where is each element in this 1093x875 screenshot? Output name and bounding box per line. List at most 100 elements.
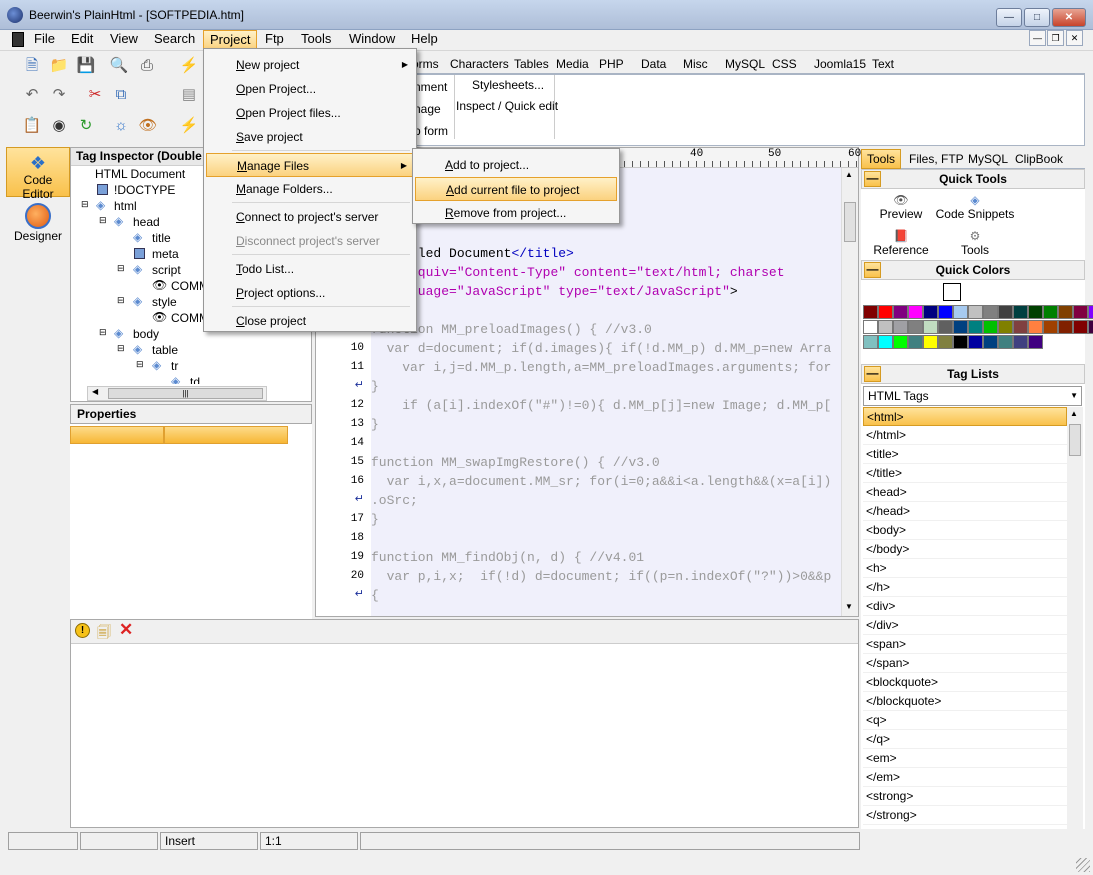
color-swatch[interactable] [938, 320, 953, 334]
color-swatch[interactable] [1013, 335, 1028, 349]
browser-icon[interactable]: ☼ [110, 115, 132, 137]
menu-item-add-to-project[interactable]: Add to project... [415, 153, 617, 177]
color-swatch[interactable] [968, 320, 983, 334]
menu-window[interactable]: Window [343, 30, 401, 50]
quick-colors-header[interactable]: — Quick Colors [861, 260, 1085, 280]
preview-tool[interactable]: 👁 Preview [861, 193, 941, 221]
tab-text[interactable]: Text [870, 54, 896, 74]
color-swatch[interactable] [953, 335, 968, 349]
color-swatch[interactable] [983, 320, 998, 334]
color-swatch[interactable] [1088, 305, 1093, 319]
tag-list-item[interactable]: </span> [863, 654, 1067, 673]
code-line[interactable]: } [371, 377, 379, 396]
tree-node[interactable]: title [152, 231, 171, 245]
tag-list-item[interactable]: </div> [863, 616, 1067, 635]
color-swatch[interactable] [1058, 320, 1073, 334]
tag-list-item[interactable]: <h> [863, 559, 1067, 578]
color-swatch[interactable] [1088, 320, 1093, 334]
color-swatch[interactable] [983, 335, 998, 349]
warning-icon[interactable]: ! [75, 623, 90, 638]
tag-list-item[interactable]: <title> [863, 445, 1067, 464]
tree-node[interactable]: html [114, 199, 137, 213]
refresh-icon[interactable]: ↻ [75, 115, 97, 137]
code-line[interactable]: var d=document; if(d.images){ if(!d.MM_p… [371, 339, 832, 358]
menu-search[interactable]: Search [148, 30, 201, 50]
code-editor-button[interactable]: ❖ Code Editor [6, 147, 70, 201]
color-swatch[interactable] [908, 305, 923, 319]
tag-list-item[interactable]: </head> [863, 502, 1067, 521]
scroll-thumb[interactable] [1069, 424, 1081, 456]
property-name-cell[interactable] [70, 426, 164, 444]
menu-ftp[interactable]: Ftp [259, 30, 290, 50]
mdi-minimize-button[interactable]: — [1029, 30, 1046, 46]
color-swatch[interactable] [1028, 335, 1043, 349]
document-icon[interactable] [12, 32, 24, 47]
tab-mysql-panel[interactable]: MySQL [962, 149, 1014, 169]
comment-item[interactable]: nment [414, 80, 447, 94]
property-value-cell[interactable] [164, 426, 288, 444]
color-swatch[interactable] [878, 305, 893, 319]
vertical-scrollbar[interactable]: ▲ ▼ [841, 168, 858, 616]
collapse-icon[interactable]: — [864, 262, 881, 278]
color-swatch[interactable] [938, 305, 953, 319]
color-swatch[interactable] [1013, 320, 1028, 334]
color-swatch[interactable] [908, 320, 923, 334]
designer-button[interactable]: Designer [6, 201, 70, 251]
expand-icon[interactable]: ⊟ [99, 215, 107, 226]
tree-node[interactable]: HTML Document [95, 167, 185, 181]
menu-item-disconnect-project-s-server[interactable]: Disconnect project's server [206, 229, 414, 253]
tag-list-item[interactable]: <em> [863, 749, 1067, 768]
code-line[interactable]: function MM_findObj(n, d) { //v4.01 [371, 548, 644, 567]
tab-tools[interactable]: Tools [861, 149, 902, 169]
tag-list-item[interactable]: <strong> [863, 787, 1067, 806]
collapse-icon[interactable]: — [864, 171, 881, 187]
color-swatch[interactable] [1043, 305, 1058, 319]
tab-css[interactable]: CSS [770, 54, 799, 74]
lightning-icon[interactable]: ⚡ [178, 55, 200, 77]
tree-node[interactable]: td [190, 375, 200, 384]
tag-list-item[interactable]: </em> [863, 768, 1067, 787]
color-swatch[interactable] [1073, 320, 1088, 334]
color-swatch[interactable] [983, 305, 998, 319]
paste-icon[interactable]: ▤ [178, 84, 200, 106]
reference-tool[interactable]: 📕 Reference [861, 229, 941, 257]
current-color-swatch[interactable] [943, 283, 961, 301]
color-swatch[interactable] [1058, 305, 1073, 319]
tree-node[interactable]: meta [152, 247, 179, 261]
tag-list-item[interactable]: <div> [863, 597, 1067, 616]
menu-item-remove-from-project[interactable]: Remove from project... [415, 201, 617, 225]
menu-item-manage-folders[interactable]: Manage Folders... [206, 177, 414, 201]
color-swatch[interactable] [923, 320, 938, 334]
tab-files-ftp[interactable]: Files, FTP [903, 149, 970, 169]
menu-item-open-project-files[interactable]: Open Project files... [206, 101, 414, 125]
tree-node[interactable]: !DOCTYPE [114, 183, 175, 197]
new-file-icon[interactable]: 🗎 [21, 55, 43, 77]
code-line[interactable]: var i,j=d.MM_p.length,a=MM_preloadImages… [371, 358, 831, 377]
menu-item-new-project[interactable]: New project ▶ [206, 53, 414, 77]
tag-list-item[interactable]: <blockquote> [863, 673, 1067, 692]
collapse-icon[interactable]: — [864, 366, 881, 382]
resize-grip[interactable] [1076, 858, 1090, 872]
tab-misc[interactable]: Misc [681, 54, 710, 74]
tree-node[interactable]: tr [171, 359, 178, 373]
menu-tools[interactable]: Tools [295, 30, 337, 50]
color-swatch[interactable] [878, 320, 893, 334]
color-swatch[interactable] [863, 335, 878, 349]
mdi-close-button[interactable]: ✕ [1066, 30, 1083, 46]
code-line[interactable]: t language="JavaScript" type="text/JavaS… [371, 282, 738, 301]
cut-icon[interactable]: ✂ [84, 84, 106, 106]
tag-list-item[interactable]: </blockquote> [863, 692, 1067, 711]
color-swatch[interactable] [893, 335, 908, 349]
expand-icon[interactable]: ⊟ [99, 327, 107, 338]
expand-icon[interactable]: ⊟ [117, 263, 125, 274]
maximize-button[interactable]: □ [1024, 8, 1050, 27]
tree-node[interactable]: body [133, 327, 159, 341]
color-swatch[interactable] [893, 320, 908, 334]
color-swatch[interactable] [1043, 320, 1058, 334]
open-folder-icon[interactable]: 📁 [48, 55, 70, 77]
scroll-down-icon[interactable]: ▼ [845, 602, 853, 611]
menu-item-manage-files[interactable]: Manage Files ▶ [206, 153, 414, 177]
code-line[interactable]: http-equiv="Content-Type" content="text/… [371, 263, 785, 282]
scroll-thumb[interactable] [844, 202, 856, 242]
image-item[interactable]: nage [414, 102, 441, 116]
